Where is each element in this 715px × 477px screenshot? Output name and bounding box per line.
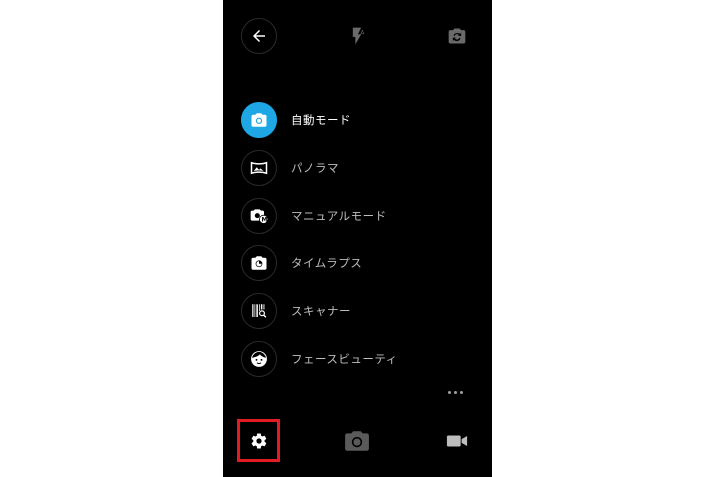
mode-item-face-beauty[interactable]: フェースビューティ — [241, 340, 481, 378]
mode-label: マニュアルモード — [291, 209, 387, 223]
manual-camera-icon: M — [250, 209, 269, 224]
mode-item-timelapse[interactable]: タイムラプス — [241, 244, 481, 282]
face-beauty-icon — [251, 351, 267, 367]
mode-icon-wrap — [241, 245, 277, 281]
mode-item-panorama[interactable]: パノラマ — [241, 149, 481, 187]
video-mode-button[interactable] — [445, 431, 469, 451]
gear-icon — [251, 433, 267, 449]
scanner-icon — [252, 304, 267, 318]
more-dot — [453, 390, 457, 394]
timelapse-icon — [251, 256, 267, 270]
arrow-left-icon — [253, 30, 265, 42]
mode-icon-wrap — [241, 102, 277, 138]
camera-app-screen: A 自動モード パノラマ M マニュアルモード タイムラプス スキャナー フェー… — [223, 0, 492, 477]
mode-label: スキャナー — [291, 304, 351, 318]
svg-text:M: M — [262, 218, 268, 224]
mode-icon-wrap — [241, 341, 277, 377]
back-button[interactable] — [241, 18, 277, 54]
mode-label: フェースビューティ — [291, 352, 398, 366]
mode-label: 自動モード — [291, 113, 351, 127]
more-options-button[interactable] — [444, 384, 466, 400]
settings-button[interactable] — [247, 429, 271, 453]
mode-label: パノラマ — [291, 161, 339, 175]
mode-icon-wrap — [241, 293, 277, 329]
video-camera-icon — [446, 435, 468, 447]
mode-item-manual[interactable]: M マニュアルモード — [241, 197, 481, 235]
flash-auto-icon: A — [352, 27, 364, 45]
more-dot — [459, 390, 463, 394]
more-dot — [447, 390, 451, 394]
mode-item-scanner[interactable]: スキャナー — [241, 292, 481, 330]
camera-icon — [251, 113, 267, 127]
camera-icon — [345, 431, 369, 451]
svg-text:A: A — [360, 30, 364, 36]
shutter-button[interactable] — [343, 428, 371, 454]
mode-icon-wrap: M — [241, 198, 277, 234]
mode-icon-wrap — [241, 150, 277, 186]
mode-label: タイムラプス — [291, 256, 363, 270]
flash-auto-button[interactable]: A — [345, 24, 369, 48]
mode-item-auto[interactable]: 自動モード — [241, 101, 481, 139]
panorama-icon — [250, 161, 268, 175]
switch-camera-icon — [448, 28, 466, 44]
switch-camera-button[interactable] — [445, 24, 469, 48]
